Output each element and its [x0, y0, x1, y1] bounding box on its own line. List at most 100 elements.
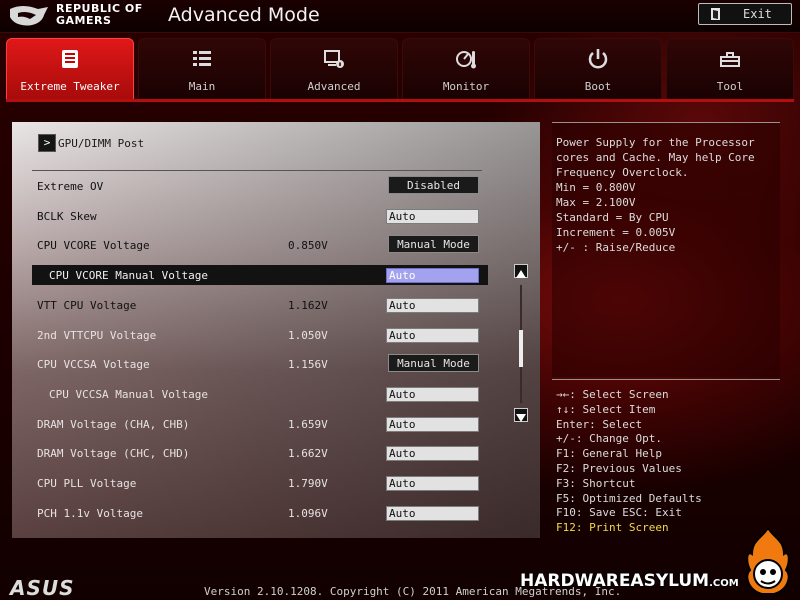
setting-label: CPU VCCSA Manual Voltage: [49, 387, 208, 401]
brand-line2: GAMERS: [56, 14, 112, 27]
header-bar: REPUBLIC OF GAMERS Advanced Mode Exit: [0, 0, 800, 33]
setting-row[interactable]: Extreme OV Disabled: [32, 176, 488, 196]
tab-advanced[interactable]: Advanced: [270, 38, 398, 100]
setting-current-value: 1.156V: [288, 358, 328, 372]
setting-current-value: 1.050V: [288, 328, 328, 342]
setting-current-value: 1.096V: [288, 506, 328, 520]
setting-row[interactable]: BCLK Skew Auto: [32, 206, 488, 226]
key-legend-item: F2: Previous Values: [556, 462, 682, 475]
setting-input[interactable]: Auto: [386, 208, 479, 224]
setting-input[interactable]: Auto: [386, 416, 479, 432]
setting-label: CPU VCORE Manual Voltage: [49, 269, 208, 283]
key-legend-item: F12: Print Screen: [556, 521, 669, 535]
settings-panel: > GPU/DIMM Post Extreme OV Disabled BCLK S…: [12, 122, 540, 538]
setting-current-value: 1.162V: [288, 298, 328, 312]
setting-input[interactable]: Auto: [386, 446, 479, 462]
key-legend-item: +/-: Change Opt.: [556, 432, 662, 446]
setting-label: 2nd VTTCPU Voltage: [37, 328, 157, 342]
watermark-suffix: .COM: [709, 578, 739, 589]
tab-label: Advanced: [307, 80, 361, 93]
setting-label: Extreme OV: [37, 180, 104, 193]
help-panel: Power Supply for the Processor cores and…: [552, 122, 780, 377]
setting-row[interactable]: CPU VCORE Manual Voltage Auto: [32, 265, 488, 286]
tab-underline: [6, 99, 794, 102]
key-legend-item: ↑↓: Select Item: [556, 402, 656, 416]
setting-row[interactable]: CPU PLL Voltage 1.790V Auto: [32, 473, 488, 493]
setting-row[interactable]: 2nd VTTCPU Voltage 1.050V Auto: [32, 325, 488, 345]
breadcrumb[interactable]: > GPU/DIMM Post: [38, 134, 144, 152]
setting-label: VTT CPU Voltage: [37, 298, 137, 312]
flame-mascot-icon: [746, 526, 790, 595]
setting-input[interactable]: Auto: [386, 476, 479, 491]
chevron-right-icon: >: [38, 134, 56, 152]
tab-label: Extreme Tweaker: [20, 80, 120, 93]
key-legend-item: F3: Shortcut: [556, 476, 636, 490]
setting-dropdown[interactable]: Manual Mode: [388, 235, 479, 254]
setting-dropdown[interactable]: Manual Mode: [388, 354, 479, 373]
triangle-down-icon: [516, 414, 526, 422]
setting-row[interactable]: VTT CPU Voltage 1.162V Auto: [32, 295, 488, 315]
setting-row[interactable]: CPU VCCSA Voltage 1.156V Manual Mode: [32, 354, 488, 374]
setting-row[interactable]: CPU VCORE Voltage 0.850V Manual Mode: [32, 235, 488, 255]
tab-extreme-tweaker[interactable]: Extreme Tweaker: [6, 38, 134, 100]
setting-input[interactable]: Auto: [386, 327, 479, 343]
footer: ASUS Version 2.10.1208. Copyright (C) 20…: [0, 526, 800, 600]
setting-current-value: 1.662V: [288, 447, 328, 461]
setting-label: BCLK Skew: [37, 209, 97, 223]
tab-label: Boot: [584, 80, 612, 93]
monitor-icon: [454, 47, 478, 71]
setting-input[interactable]: Auto: [386, 505, 479, 521]
triangle-up-icon: [516, 270, 526, 278]
setting-label: CPU PLL Voltage: [37, 477, 137, 490]
rog-logo-icon: [10, 6, 48, 26]
key-legend-item: Enter: Select: [556, 417, 643, 431]
power-icon: [586, 47, 610, 71]
exit-label: Exit: [743, 7, 772, 21]
setting-label: CPU VCCSA Voltage: [37, 358, 150, 372]
tab-boot[interactable]: Boot: [534, 38, 662, 100]
asus-logo: ASUS: [10, 576, 75, 600]
tab-monitor[interactable]: Monitor: [402, 38, 530, 100]
brand-text: REPUBLIC OF GAMERS: [56, 3, 143, 27]
exit-button[interactable]: Exit: [698, 3, 792, 25]
extreme-tweaker-icon: [58, 47, 82, 71]
watermark-text: HARDWAREASYLUM: [520, 571, 710, 591]
scroll-down-button[interactable]: [514, 408, 528, 422]
setting-input[interactable]: Auto: [386, 297, 479, 313]
key-legend-item: →←: Select Screen: [556, 388, 669, 401]
setting-current-value: 1.659V: [288, 417, 328, 431]
setting-input[interactable]: Auto: [386, 268, 479, 284]
breadcrumb-label: GPU/DIMM Post: [58, 136, 145, 150]
tab-label: Monitor: [442, 80, 490, 93]
setting-label: DRAM Voltage (CHA, CHB): [37, 417, 190, 431]
tab-main[interactable]: Main: [138, 38, 266, 100]
setting-row[interactable]: DRAM Voltage (CHC, CHD) 1.662V Auto: [32, 443, 488, 463]
setting-row[interactable]: CPU VCCSA Manual Voltage Auto: [32, 384, 488, 404]
tab-bar: Extreme Tweaker Main Advanced Monitor Boot To…: [6, 38, 794, 100]
tool-icon: [718, 47, 742, 71]
setting-label: CPU VCORE Voltage: [37, 239, 150, 253]
tab-label: Tool: [716, 80, 744, 93]
setting-input[interactable]: Auto: [386, 386, 479, 402]
watermark-logo: HARDWAREASYLUM.COM: [520, 571, 739, 591]
key-legend-item: F10: Save ESC: Exit: [556, 506, 682, 520]
setting-label: DRAM Voltage (CHC, CHD): [37, 447, 190, 461]
setting-current-value: 0.850V: [288, 239, 328, 253]
key-legend-item: F5: Optimized Defaults: [556, 491, 702, 505]
tab-tool[interactable]: Tool: [666, 38, 794, 100]
setting-row[interactable]: PCH 1.1v Voltage 1.096V Auto: [32, 503, 488, 523]
tab-label: Main: [188, 80, 216, 93]
exit-door-icon: [711, 8, 720, 20]
setting-current-value: 1.790V: [288, 477, 328, 490]
key-legend: →←: Select Screen ↑↓: Select Item Enter: S…: [552, 379, 780, 540]
key-legend-item: F1: General Help: [556, 447, 662, 461]
setting-dropdown[interactable]: Disabled: [388, 176, 479, 194]
advanced-icon: [322, 47, 346, 71]
mode-title: Advanced Mode: [168, 4, 320, 26]
scroll-up-button[interactable]: [514, 264, 528, 278]
scrollbar-thumb[interactable]: [519, 329, 523, 367]
list-icon: [190, 47, 214, 71]
setting-label: PCH 1.1v Voltage: [37, 506, 143, 520]
setting-row[interactable]: DRAM Voltage (CHA, CHB) 1.659V Auto: [32, 414, 488, 434]
help-text: Power Supply for the Processor cores and…: [556, 136, 755, 254]
